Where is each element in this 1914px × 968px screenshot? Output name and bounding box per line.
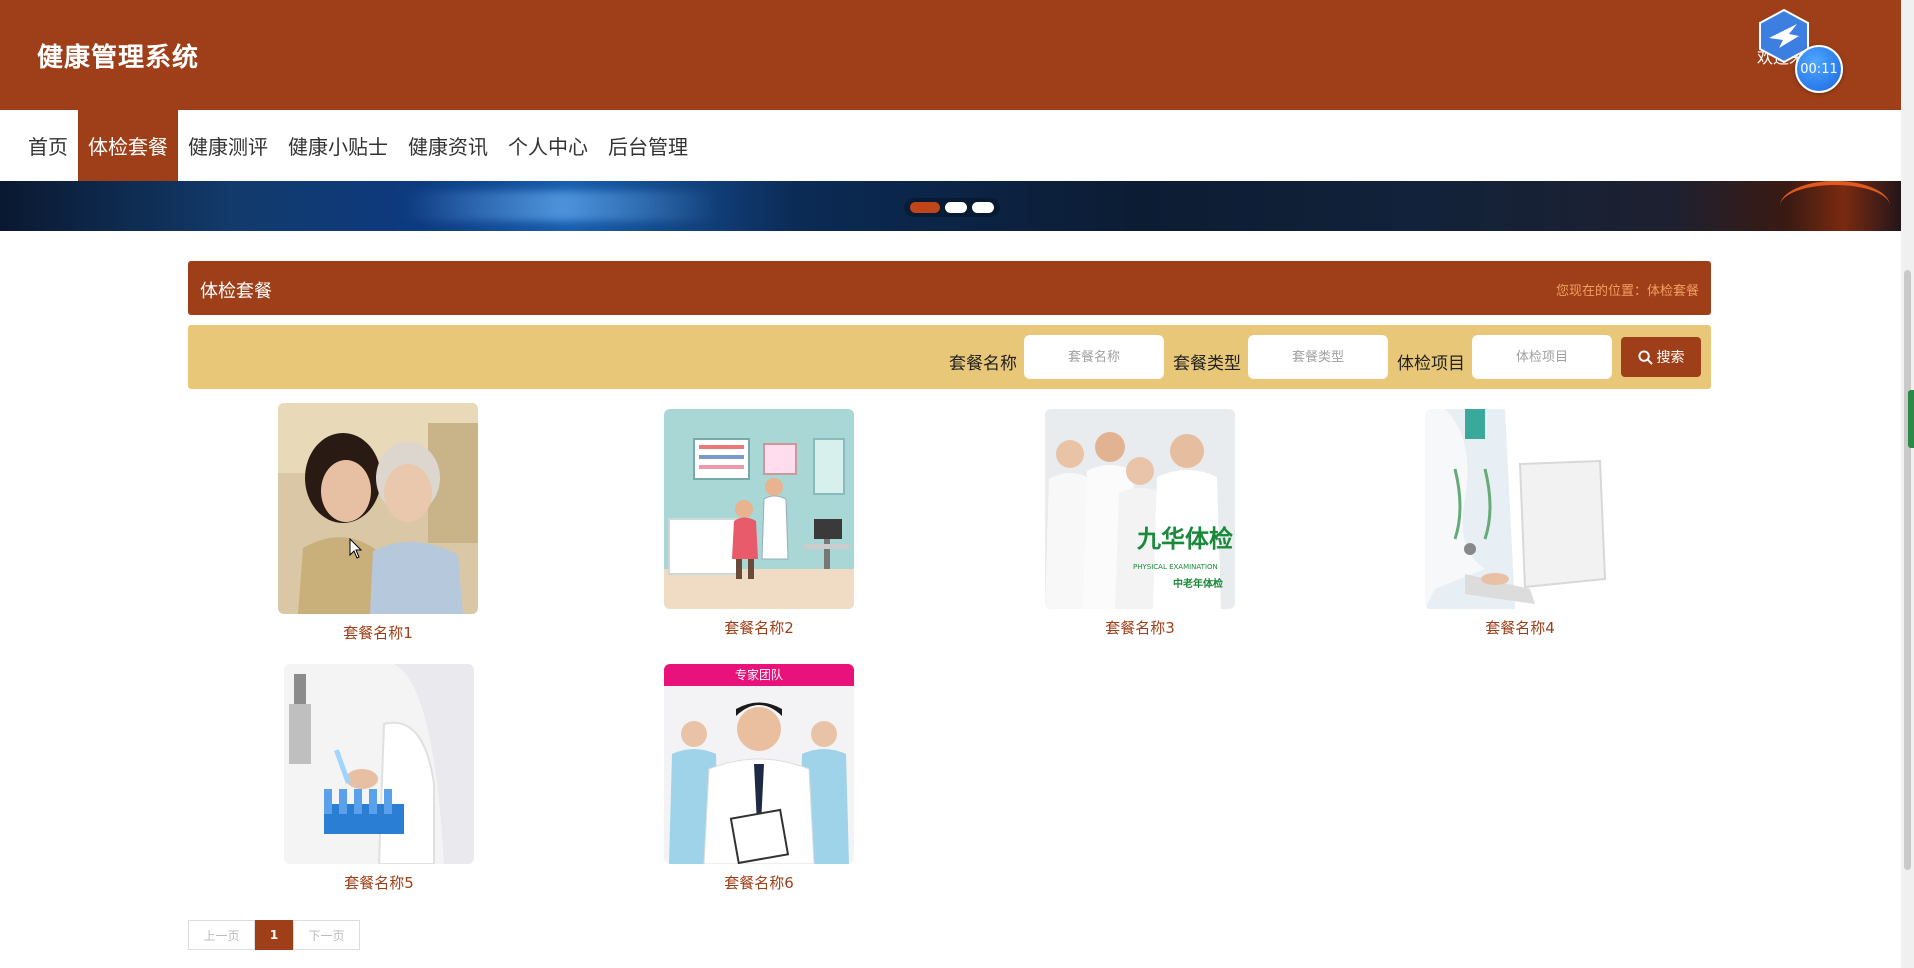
section-title: 体检套餐 bbox=[200, 281, 272, 302]
banner-light-decoration bbox=[400, 191, 720, 221]
checkup-item-label: 体检项目 bbox=[1397, 354, 1465, 374]
search-button-label: 搜索 bbox=[1656, 350, 1685, 366]
package-name-3[interactable]: 套餐名称3 bbox=[1045, 617, 1235, 638]
carousel-indicators bbox=[904, 198, 1000, 217]
package-name-1[interactable]: 套餐名称1 bbox=[278, 622, 478, 643]
doctor-laptop-photo-icon bbox=[1425, 409, 1615, 609]
scrollbar-thumb[interactable] bbox=[1904, 270, 1911, 870]
search-button[interactable]: 搜索 bbox=[1621, 337, 1701, 377]
clinic-illustration-icon bbox=[664, 409, 854, 609]
breadcrumb-location: 您现在的位置：体检套餐 bbox=[1555, 284, 1699, 299]
package-image-6[interactable]: 专家团队 bbox=[664, 664, 854, 864]
package-image-4[interactable] bbox=[1425, 409, 1615, 609]
site-title: 健康管理系统 bbox=[37, 43, 200, 73]
main-nav: 首页 体检套餐 健康测评 健康小贴士 健康资讯 个人中心 后台管理 bbox=[0, 110, 1901, 181]
pagination-current-page[interactable]: 1 bbox=[255, 920, 293, 950]
package-name-2[interactable]: 套餐名称2 bbox=[664, 617, 854, 638]
pagination: 上一页 1 下一页 bbox=[188, 920, 360, 950]
mouse-cursor-icon bbox=[349, 538, 363, 559]
search-bar: 套餐名称 套餐类型 体检项目 搜索 bbox=[188, 325, 1711, 389]
package-name-4[interactable]: 套餐名称4 bbox=[1425, 617, 1615, 638]
package-type-label: 套餐类型 bbox=[1173, 354, 1241, 374]
card3-logo-sub2: 中老年体检 bbox=[1173, 579, 1223, 590]
expert-doctors-photo-icon bbox=[664, 664, 854, 864]
checkup-item-input[interactable] bbox=[1472, 335, 1612, 379]
package-image-5[interactable] bbox=[284, 664, 474, 864]
package-type-input[interactable] bbox=[1248, 335, 1388, 379]
package-name-label: 套餐名称 bbox=[949, 354, 1017, 374]
women-photo-icon bbox=[278, 403, 478, 614]
package-image-2[interactable] bbox=[664, 409, 854, 609]
banner-arc-decoration bbox=[1780, 181, 1890, 231]
package-tag-expert-team: 专家团队 bbox=[734, 668, 783, 682]
nav-health-news[interactable]: 健康资讯 bbox=[398, 110, 498, 181]
search-icon bbox=[1637, 349, 1653, 365]
pagination-next-button[interactable]: 下一页 bbox=[293, 920, 360, 950]
section-header: 体检套餐 您现在的位置：体检套餐 bbox=[188, 261, 1711, 315]
package-image-1[interactable] bbox=[278, 403, 478, 614]
nav-checkup-packages[interactable]: 体检套餐 bbox=[78, 110, 178, 181]
card3-logo-brand: 九华体检 bbox=[1137, 524, 1233, 553]
package-name-6[interactable]: 套餐名称6 bbox=[664, 872, 854, 893]
card3-logo-sub: PHYSICAL EXAMINATION bbox=[1133, 563, 1218, 571]
carousel-dot-1[interactable] bbox=[910, 202, 940, 213]
lab-test-tubes-photo-icon bbox=[284, 664, 474, 864]
side-float-tab[interactable] bbox=[1908, 390, 1914, 448]
nav-personal-center[interactable]: 个人中心 bbox=[498, 110, 598, 181]
nav-health-tips[interactable]: 健康小贴士 bbox=[278, 110, 398, 181]
top-header: 健康管理系统 欢迎来到 00:11 bbox=[0, 0, 1901, 110]
nav-admin[interactable]: 后台管理 bbox=[598, 110, 698, 181]
nav-home[interactable]: 首页 bbox=[18, 110, 78, 181]
package-name-5[interactable]: 套餐名称5 bbox=[284, 872, 474, 893]
pagination-prev-button[interactable]: 上一页 bbox=[188, 920, 255, 950]
carousel-dot-2[interactable] bbox=[945, 202, 967, 213]
nav-health-assessment[interactable]: 健康测评 bbox=[178, 110, 278, 181]
package-name-input[interactable] bbox=[1024, 335, 1164, 379]
page: 健康管理系统 欢迎来到 00:11 首页 体检套餐 健康测评 健康小贴士 健康资… bbox=[0, 0, 1914, 968]
carousel-dot-3[interactable] bbox=[972, 202, 994, 213]
vertical-scrollbar[interactable] bbox=[1901, 0, 1914, 968]
timer-badge[interactable]: 00:11 bbox=[1795, 45, 1843, 93]
package-image-3[interactable]: 九华体检 PHYSICAL EXAMINATION 中老年体检 bbox=[1045, 409, 1235, 609]
